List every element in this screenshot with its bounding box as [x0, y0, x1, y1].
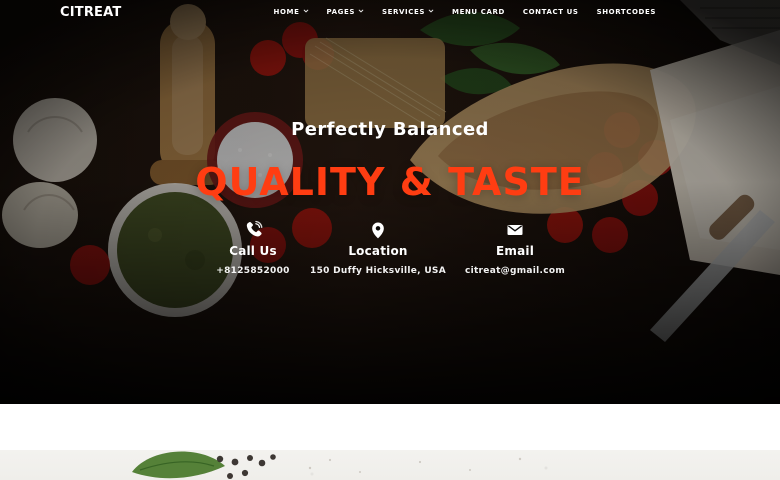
contact-location: Location 150 Duffy Hicksville, USA: [308, 220, 448, 277]
contact-call: Call Us +8125852000: [183, 220, 323, 277]
chevron-down-icon: [428, 9, 434, 13]
hero-kicker: Perfectly Balanced: [291, 119, 489, 140]
white-section: [0, 404, 780, 450]
nav-contact-us[interactable]: CONTACT US: [523, 8, 579, 16]
nav-home-label: HOME: [273, 8, 300, 16]
top-navigation-bar: CITREAT HOME PAGES SERVICES MENU CARD CO…: [0, 0, 780, 28]
hero-headline: QUALITY & TASTE: [195, 160, 585, 204]
hero-section: CITREAT HOME PAGES SERVICES MENU CARD CO…: [0, 0, 780, 404]
chevron-down-icon: [358, 9, 364, 13]
chevron-down-icon: [303, 9, 308, 13]
phone-icon: [246, 220, 263, 237]
nav-services-label: SERVICES: [382, 8, 425, 16]
main-nav: HOME PAGES SERVICES MENU CARD CONTACT US…: [274, 8, 656, 16]
homepage: CITREAT HOME PAGES SERVICES MENU CARD CO…: [0, 0, 780, 480]
site-logo[interactable]: CITREAT: [60, 5, 121, 21]
nav-home[interactable]: HOME: [274, 8, 309, 16]
hero-content: Perfectly Balanced QUALITY & TASTE Call …: [0, 0, 780, 404]
nav-contact-us-label: CONTACT US: [522, 8, 579, 16]
contact-location-title: Location: [348, 244, 408, 258]
nav-pages-label: PAGES: [326, 8, 355, 16]
nav-menu-card-label: MENU CARD: [452, 8, 505, 16]
nav-shortcodes[interactable]: SHORTCODES: [597, 8, 656, 16]
mail-icon: [507, 225, 523, 235]
hero-contact-row: Call Us +8125852000 Location 150 Duffy H…: [0, 220, 780, 300]
contact-call-title: Call Us: [229, 244, 277, 258]
nav-menu-card[interactable]: MENU CARD: [452, 8, 505, 16]
contact-location-value[interactable]: 150 Duffy Hicksville, USA: [308, 265, 448, 277]
contact-email-title: Email: [495, 244, 535, 258]
nav-shortcodes-label: SHORTCODES: [596, 8, 656, 16]
contact-call-value[interactable]: +8125852000: [183, 265, 323, 277]
map-pin-icon: [372, 222, 384, 239]
nav-pages[interactable]: PAGES: [327, 8, 364, 16]
contact-email-value[interactable]: citreat@gmail.com: [445, 265, 585, 277]
lower-background-strip: [0, 450, 780, 480]
contact-email: Email citreat@gmail.com: [445, 220, 585, 277]
lower-background-image: [132, 451, 522, 479]
nav-services[interactable]: SERVICES: [382, 8, 434, 16]
